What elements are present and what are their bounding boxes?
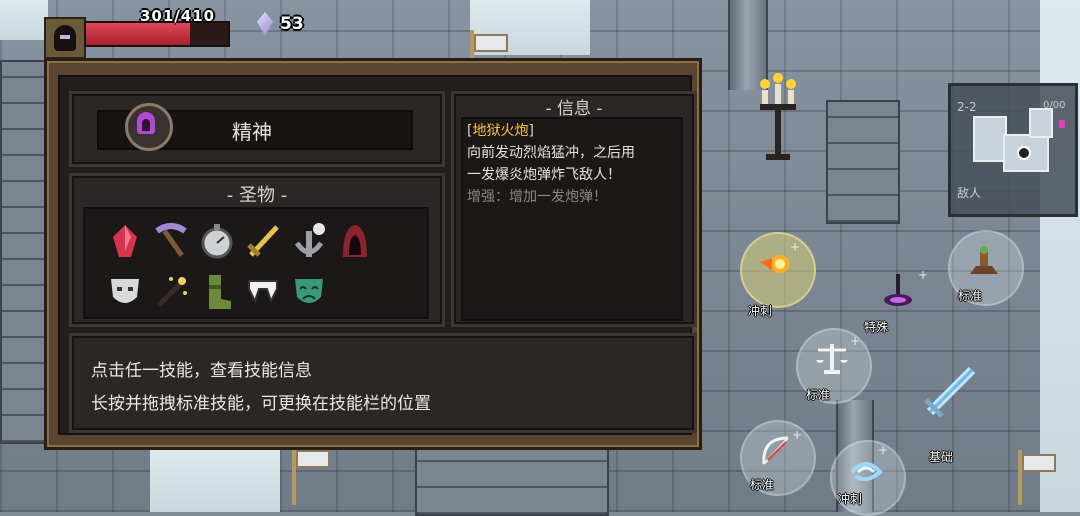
- candelabra-icon: [758, 70, 798, 165]
- upgrade-plus-icon: +: [878, 443, 889, 457]
- sky-window: [1040, 0, 1080, 512]
- talent-info-panel: 精神 - 圣物 - - 信息 - [地狱火炮] 向前发动烈焰猛冲，之后用 一发爆…: [44, 58, 702, 450]
- scales-icon[interactable]: [810, 338, 854, 382]
- skill-desc-line1: 向前发动烈焰猛冲，之后用: [467, 145, 635, 161]
- white-mask-icon[interactable]: [105, 271, 145, 311]
- ice-sword-icon[interactable]: [920, 362, 980, 422]
- banner-flag: [296, 450, 330, 468]
- fangs-icon[interactable]: [243, 271, 283, 311]
- skill-label: 冲刺: [747, 304, 772, 318]
- magic-wand-icon[interactable]: [151, 271, 191, 311]
- pickaxe-icon[interactable]: [151, 221, 191, 261]
- minimap-room: [1029, 108, 1053, 138]
- skill-name-line: [地狱火炮]: [467, 120, 682, 142]
- sky-window: [150, 450, 280, 512]
- player-marker-icon: [1017, 146, 1031, 160]
- red-crystal-icon[interactable]: [105, 221, 145, 261]
- talent-label: 精神: [232, 120, 272, 144]
- relics-title: - 圣物 -: [226, 185, 288, 206]
- banner-flag: [1022, 454, 1056, 472]
- green-boot-icon[interactable]: [197, 271, 237, 311]
- portrait-eyes: [60, 35, 70, 39]
- purple-hood-icon[interactable]: [125, 103, 173, 151]
- minimap-room: [973, 116, 1007, 162]
- skill-label: 标准: [749, 478, 774, 492]
- minimap[interactable]: 2-2 0/00 敌人: [948, 83, 1078, 217]
- banner-flag: [474, 34, 508, 52]
- minimap-label: 敌人: [957, 186, 982, 200]
- hint-line-2: 长按并拖拽标准技能，可更换在技能栏的位置: [91, 394, 431, 414]
- hood-inner: [142, 119, 150, 131]
- upgrade-plus-icon: +: [918, 268, 929, 282]
- dark-trap-icon[interactable]: [876, 270, 920, 314]
- skill-label: 标准: [805, 388, 830, 402]
- stone-wall: [0, 60, 48, 444]
- skill-desc-line2: 一发爆炎炮弹炸飞敌人！: [467, 167, 621, 183]
- stopwatch-icon[interactable]: [197, 221, 237, 261]
- upgrade-plus-icon: +: [792, 428, 803, 442]
- enemy-marker-icon: [1059, 120, 1065, 128]
- hp-text: 301/410: [140, 7, 216, 25]
- hint-box: [69, 333, 697, 433]
- gem-count: 53: [280, 14, 304, 34]
- minimap-level: 2-2: [957, 100, 977, 114]
- hint-line-1: 点击任一技能，查看技能信息: [91, 361, 312, 381]
- skill-name: 地狱火炮: [472, 123, 529, 139]
- hp-bar-fill: [86, 23, 190, 45]
- golden-sword-icon[interactable]: [243, 221, 283, 261]
- upgrade-plus-icon: +: [850, 334, 861, 348]
- sky-window: [0, 0, 48, 40]
- upgrade-plus-icon: +: [790, 240, 801, 254]
- skill-label: 特殊: [863, 320, 888, 334]
- skill-label: 基础: [928, 450, 953, 464]
- stone-wall: [826, 100, 900, 224]
- skill-label: 标准: [957, 289, 982, 303]
- red-hood-icon[interactable]: [335, 221, 375, 261]
- anchor-skull-icon[interactable]: [289, 221, 329, 261]
- green-mask-icon[interactable]: [289, 271, 329, 311]
- skill-upgrade: 增强：增加一发炮弹！: [467, 189, 607, 205]
- player-portrait: [44, 17, 86, 59]
- info-text: [地狱火炮] 向前发动烈焰猛冲，之后用 一发爆炎炮弹炸飞敌人！ 增强：增加一发炮…: [467, 120, 682, 208]
- info-title: - 信息 -: [545, 99, 603, 119]
- totem-icon[interactable]: [962, 240, 1006, 284]
- stone-wall: [415, 440, 609, 516]
- skill-label: 冲刺: [837, 492, 862, 506]
- bracket-close: ]: [528, 123, 534, 139]
